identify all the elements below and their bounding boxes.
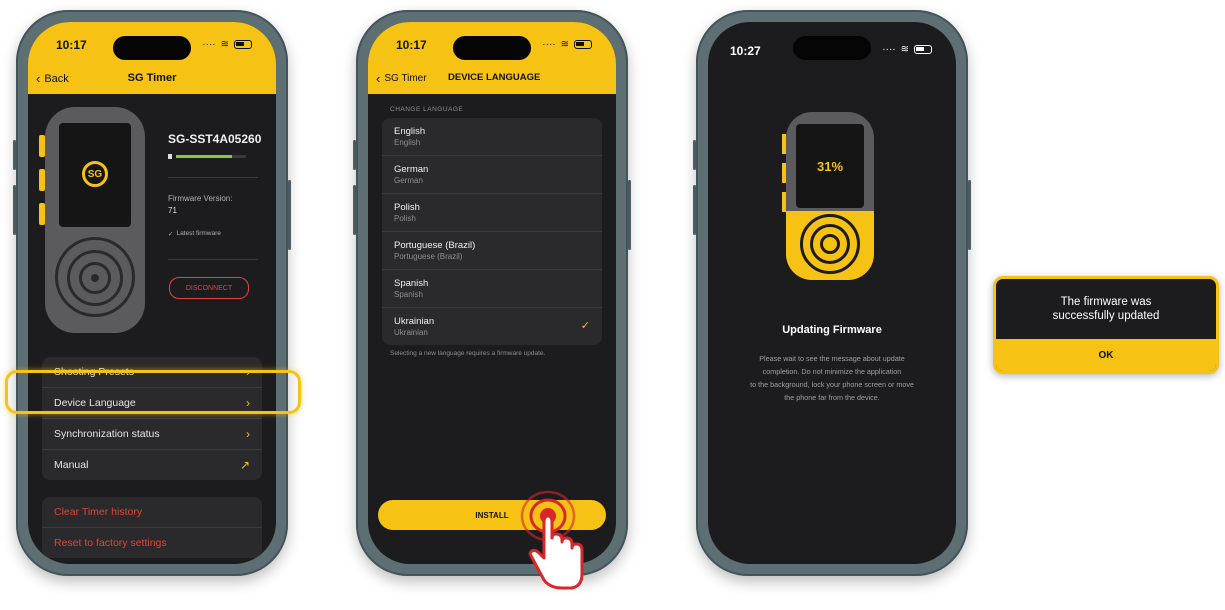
status-time: 10:17 (396, 38, 427, 52)
arrow-up-right-icon: ↗ (239, 458, 250, 472)
battery-bar (176, 155, 246, 158)
chevron-right-icon: › (246, 427, 250, 441)
signal-icon: ···· (542, 39, 556, 50)
wifi-icon: ≋ (560, 39, 569, 50)
page-title: DEVICE LANGUAGE (448, 72, 541, 83)
clear-timer-history-button[interactable]: Clear Timer history (42, 497, 262, 528)
language-option-polish[interactable]: Polish Polish (382, 194, 602, 232)
phone-settings: 10:17 ···· ≋ ‹ Back SG Timer SG SG-SST4A… (13, 10, 291, 576)
success-dialog: The firmware was successfully updated OK (993, 276, 1219, 374)
ok-button[interactable]: OK (996, 339, 1216, 371)
sg-logo: SG (82, 161, 108, 187)
chevron-left-icon: ‹ (376, 71, 381, 86)
language-note: Selecting a new language requires a firm… (390, 350, 546, 357)
screen: 10:17 ···· ≋ ‹ SG Timer DEVICE LANGUAGE … (368, 22, 616, 564)
disconnect-button[interactable]: DISCONNECT (169, 277, 249, 299)
dynamic-island (793, 36, 871, 60)
back-button[interactable]: ‹ SG Timer (376, 72, 427, 85)
language-option-ukrainian[interactable]: Ukrainian Ukrainian ✓ (382, 308, 602, 345)
danger-menu: Clear Timer history Reset to factory set… (42, 497, 262, 558)
battery-small-icon (168, 154, 172, 159)
dialog-message: The firmware was successfully updated (1052, 296, 1160, 322)
timer-device-image: SG (39, 107, 145, 333)
language-option-english[interactable]: English English (382, 118, 602, 156)
firmware-label: Firmware Version: (168, 194, 233, 203)
wifi-icon: ≋ (900, 44, 909, 55)
language-option-portuguese-brazil[interactable]: Portuguese (Brazil) Portuguese (Brazil) (382, 232, 602, 270)
highlight-frame (5, 370, 301, 414)
signal-icon: ···· (882, 44, 896, 55)
page-title: SG Timer (127, 72, 177, 84)
check-icon: ✓ (168, 231, 174, 238)
tap-hand-icon (510, 488, 590, 598)
screen: 10:27 ···· ≋ 31% Updating Firmware Pleas… (708, 22, 956, 564)
wifi-icon: ≋ (220, 39, 229, 50)
reset-factory-settings-button[interactable]: Reset to factory settings (42, 528, 262, 558)
status-icons: ···· ≋ (202, 39, 252, 50)
status-time: 10:27 (730, 44, 761, 58)
checkmark-icon: ✓ (580, 320, 590, 332)
status-icons: ···· ≋ (542, 39, 592, 50)
language-option-german[interactable]: German German (382, 156, 602, 194)
signal-icon: ···· (202, 39, 216, 50)
battery-icon (574, 40, 592, 49)
dynamic-island (453, 36, 531, 60)
status-icons: ···· ≋ (882, 44, 932, 55)
battery-icon (914, 45, 932, 54)
menu-item-synchronization-status[interactable]: Synchronization status › (42, 419, 262, 450)
firmware-value: 71 (168, 206, 177, 215)
battery-indicator (168, 154, 246, 159)
latest-firmware: ✓ Latest firmware (168, 230, 221, 238)
phone-updating: 10:27 ···· ≋ 31% Updating Firmware Pleas… (693, 10, 971, 576)
progress-percent: 31% (816, 158, 844, 174)
language-list: English English German German Polish Polish… (382, 118, 602, 345)
updating-message: Please wait to see the message about upd… (750, 354, 914, 402)
updating-heading: Updating Firmware (782, 324, 882, 336)
firmware-progress-device: 31% (786, 112, 874, 280)
language-option-spanish[interactable]: Spanish Spanish (382, 270, 602, 308)
battery-icon (234, 40, 252, 49)
menu-item-manual[interactable]: Manual ↗ (42, 450, 262, 480)
device-name: SG-SST4A05260 (168, 132, 262, 146)
status-time: 10:17 (56, 38, 87, 52)
section-label: CHANGE LANGUAGE (390, 106, 464, 113)
screen: 10:17 ···· ≋ ‹ Back SG Timer SG SG-SST4A… (28, 22, 276, 564)
dynamic-island (113, 36, 191, 60)
